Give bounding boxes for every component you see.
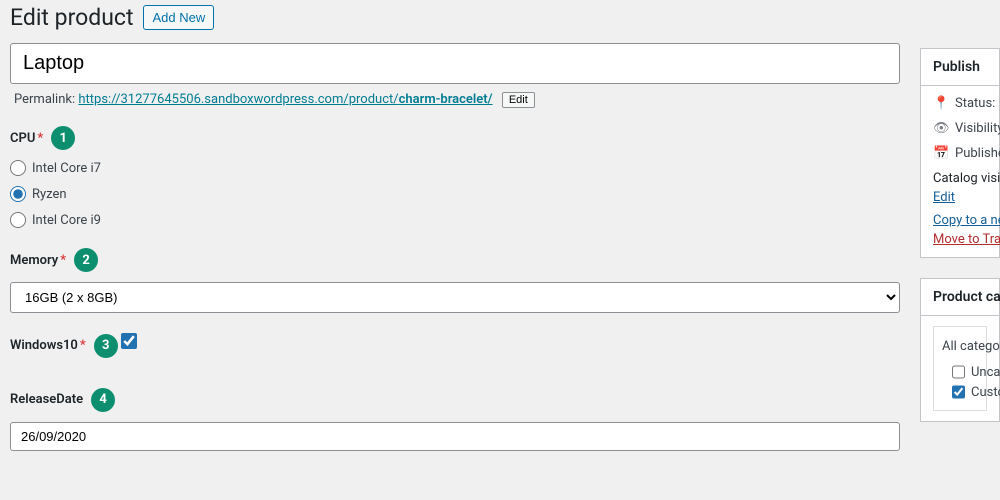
windows10-checkbox[interactable] (121, 333, 137, 349)
category-checkbox-uncategorized[interactable] (952, 364, 965, 380)
memory-field: Memory * 2 16GB (2 x 8GB) (10, 248, 900, 313)
edit-slug-button[interactable]: Edit (502, 92, 535, 108)
cpu-label: CPU (10, 131, 35, 146)
cpu-field: CPU * 1 Intel Core i7 Ryzen Intel Core i… (10, 126, 900, 228)
cpu-option-intel-i7[interactable]: Intel Core i7 (10, 160, 900, 176)
publish-heading: Publish (921, 49, 999, 86)
add-new-button[interactable]: Add New (143, 5, 214, 30)
categories-tab-all[interactable]: All categori (942, 335, 978, 362)
permalink-row: Permalink: https://31277645506.sandboxwo… (10, 84, 900, 126)
eye-icon: 👁 (933, 121, 949, 136)
cpu-option-intel-i9[interactable]: Intel Core i9 (10, 212, 900, 228)
annotation-badge-2: 2 (74, 248, 98, 272)
required-mark: * (37, 131, 43, 146)
annotation-badge-1: 1 (51, 126, 75, 150)
windows10-label: Windows10 (10, 338, 78, 353)
page-heading: Edit product Add New (10, 0, 900, 43)
cpu-option-ryzen[interactable]: Ryzen (10, 186, 900, 202)
category-item-custom[interactable]: Custor (942, 382, 978, 402)
cpu-radio-ryzen[interactable] (10, 186, 26, 202)
catalog-edit-link[interactable]: Edit (933, 190, 955, 205)
category-checkbox-custom[interactable] (952, 384, 965, 400)
calendar-icon: 📅 (933, 146, 949, 161)
page-title: Edit product (10, 4, 133, 31)
move-trash-link[interactable]: Move to Tras (933, 232, 987, 247)
required-mark: * (60, 253, 66, 268)
pin-icon: 📍 (933, 96, 949, 111)
memory-select[interactable]: 16GB (2 x 8GB) (10, 282, 900, 313)
cpu-radio-intel-i9[interactable] (10, 212, 26, 228)
published-label: Publishe (955, 146, 1000, 161)
permalink-link[interactable]: https://31277645506.sandboxwordpress.com… (78, 92, 492, 107)
catalog-visibility-label: Catalog visib (933, 171, 987, 186)
releasedate-field: ReleaseDate 4 (10, 388, 900, 451)
copy-draft-link[interactable]: Copy to a ne (933, 213, 987, 228)
categories-box: Product cat All categori Uncat Custor (920, 278, 1000, 422)
status-label: Status: (955, 96, 995, 111)
publish-box: Publish 📍 Status: P 👁 Visibility 📅 Publi… (920, 48, 1000, 258)
releasedate-input[interactable] (10, 422, 900, 451)
required-mark: * (80, 338, 86, 353)
cpu-radio-intel-i7[interactable] (10, 160, 26, 176)
releasedate-label: ReleaseDate (10, 392, 83, 407)
permalink-label: Permalink: (14, 92, 75, 107)
annotation-badge-4: 4 (91, 388, 115, 412)
memory-label: Memory (10, 253, 58, 268)
categories-heading: Product cat (921, 279, 999, 316)
category-item-uncategorized[interactable]: Uncat (942, 362, 978, 382)
visibility-label: Visibility (955, 121, 1000, 136)
product-title-input[interactable] (10, 43, 900, 84)
windows10-field: Windows10 * 3 (10, 333, 900, 368)
annotation-badge-3: 3 (94, 334, 118, 358)
